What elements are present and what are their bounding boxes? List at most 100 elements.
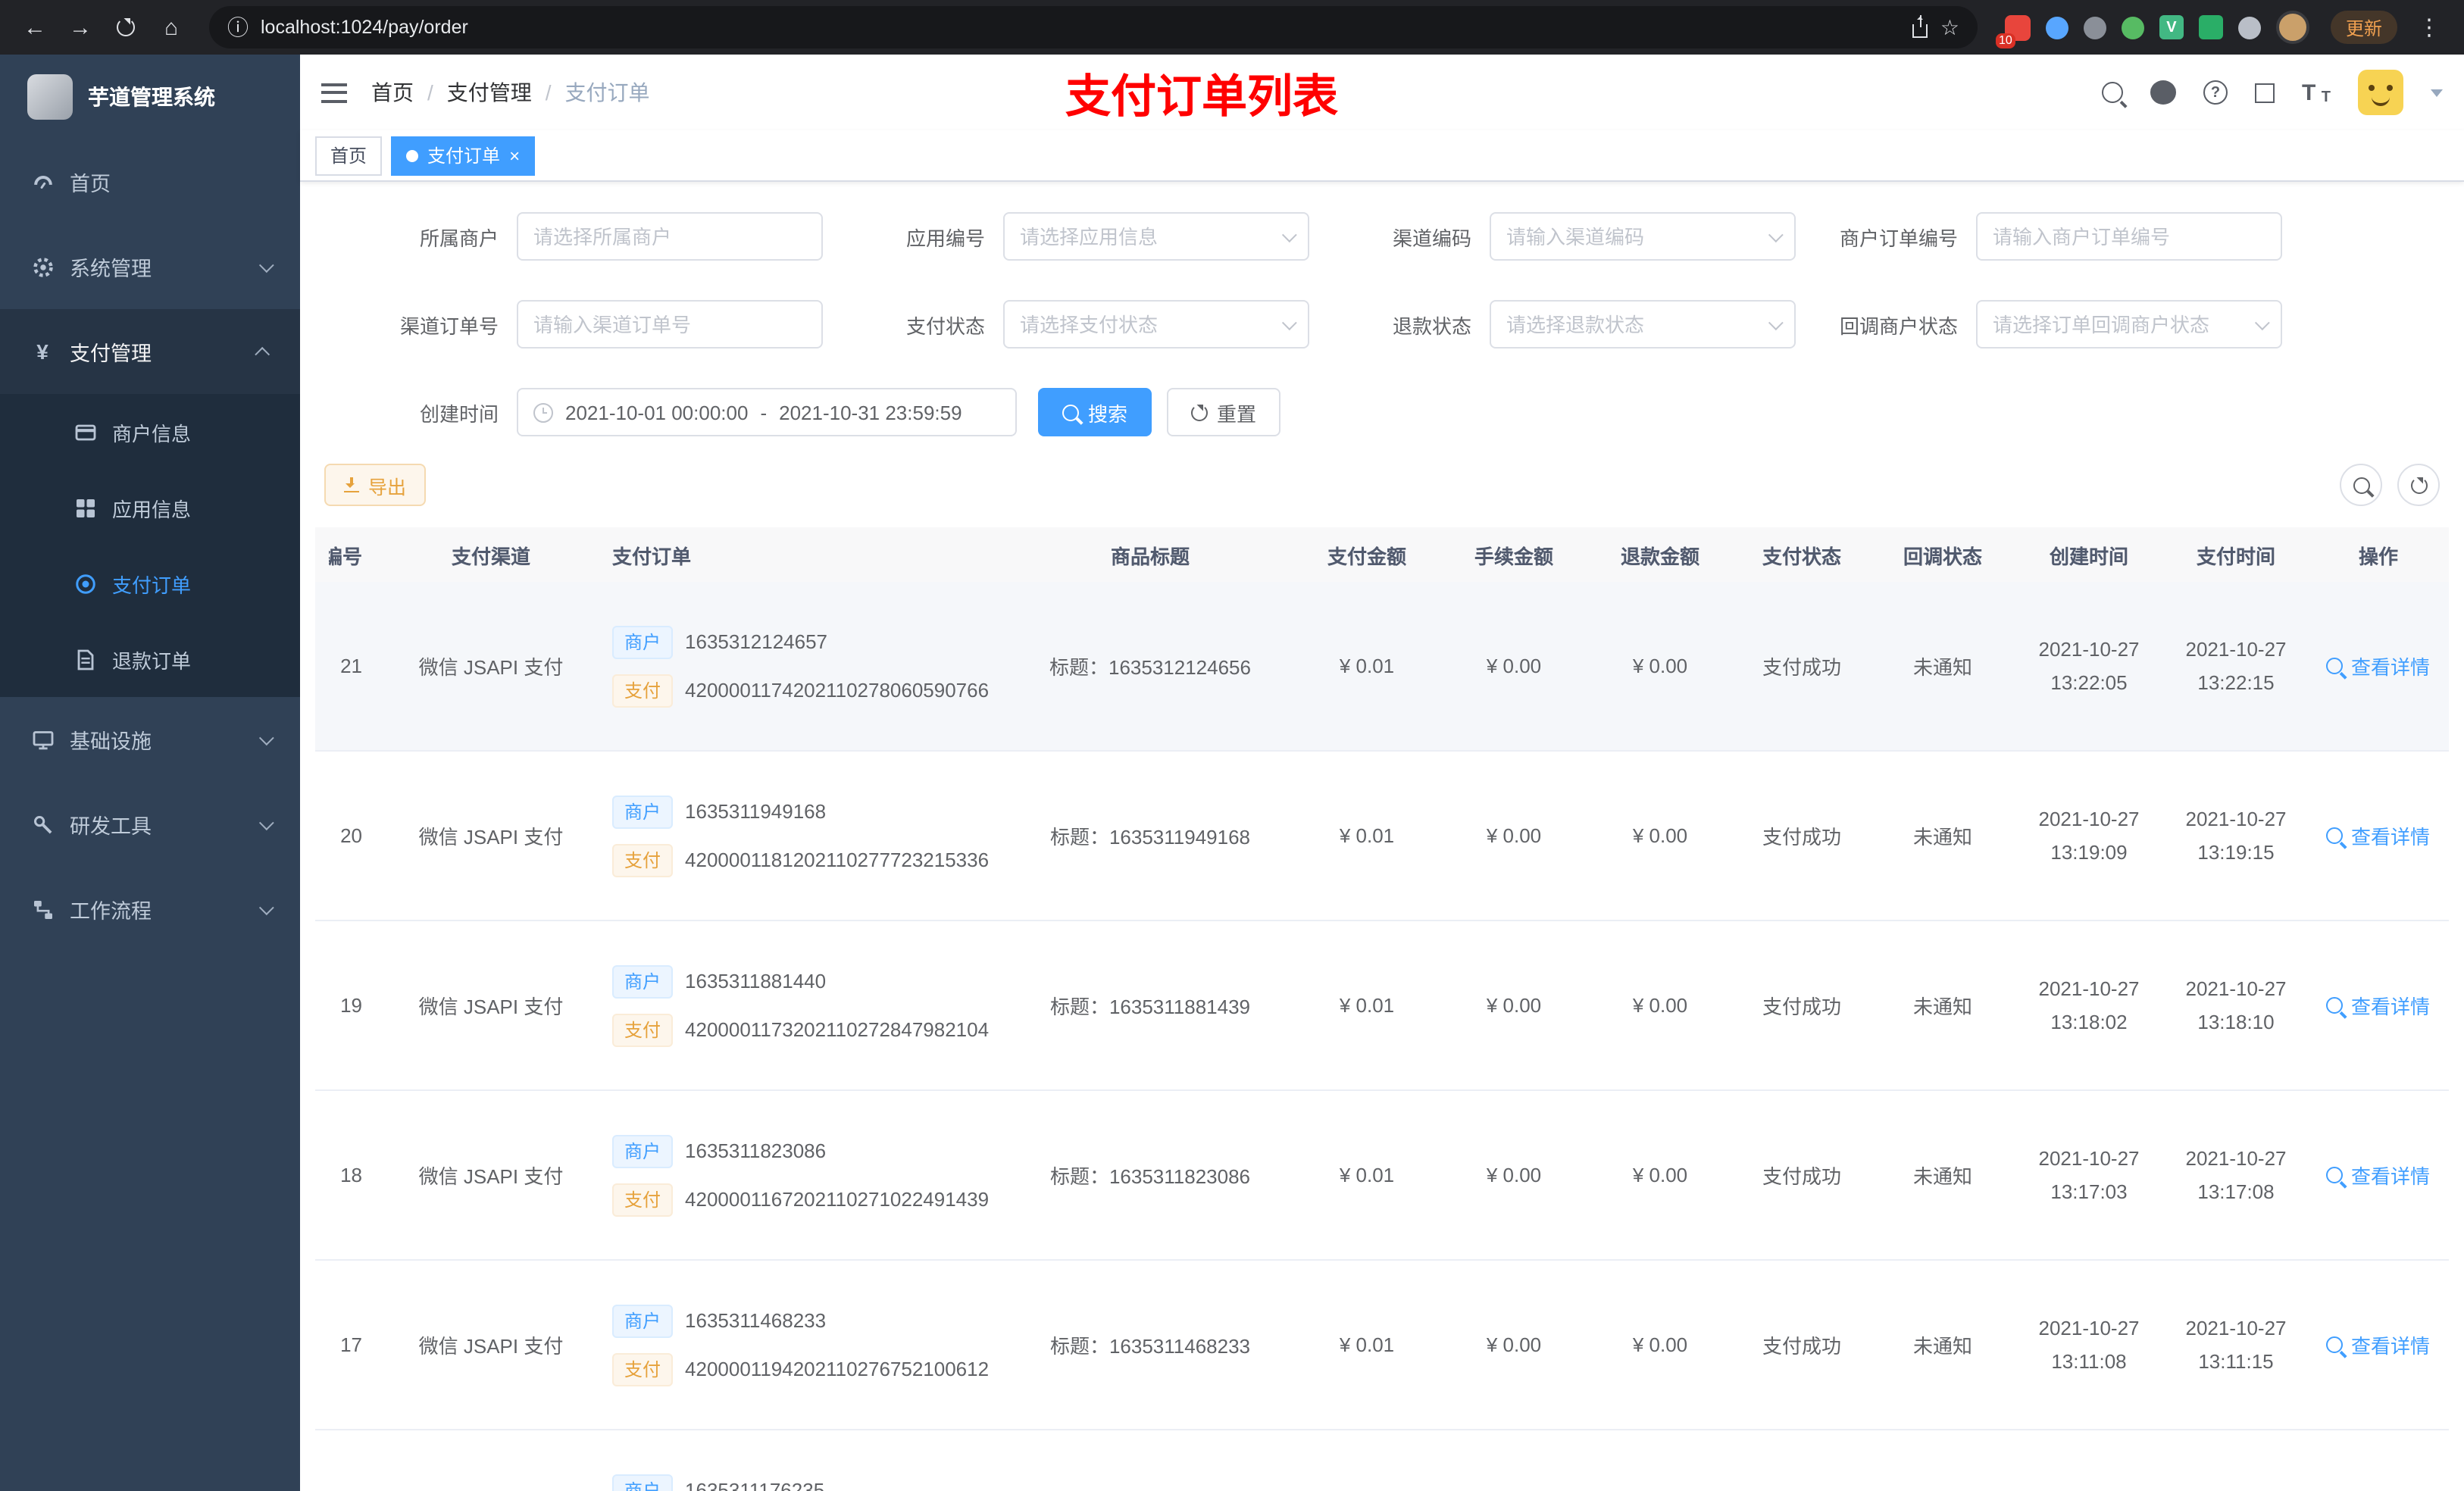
- cell-fee-amount: ¥ 0.00: [1486, 994, 1542, 1017]
- browser-profile-avatar[interactable]: [2275, 11, 2309, 44]
- address-bar[interactable]: ⓘ localhost:1024/pay/order ☆: [209, 6, 1978, 48]
- col-channel: 支付渠道: [451, 545, 530, 567]
- extension-icon-7[interactable]: [2237, 16, 2261, 39]
- chrome-update-button[interactable]: 更新: [2330, 11, 2397, 44]
- sidebar-item-payment[interactable]: 支付管理: [0, 309, 300, 394]
- channel-order-no-field[interactable]: [517, 300, 823, 349]
- refresh-table-button[interactable]: [2397, 464, 2440, 506]
- refund-status-input[interactable]: [1506, 313, 1759, 336]
- sidebar-item-system[interactable]: 系统管理: [0, 224, 300, 309]
- sidebar-item-label: 研发工具: [70, 815, 152, 838]
- merchant-order-no: 1635311949168: [685, 800, 827, 823]
- cell-actions: 查看详情: [2308, 1330, 2449, 1359]
- back-icon: ←: [23, 14, 46, 40]
- notify-status-select[interactable]: [1976, 300, 2282, 349]
- search-button[interactable]: 搜索: [1038, 388, 1152, 436]
- caret-down-icon[interactable]: [2431, 89, 2443, 96]
- table-row: 21 微信 JSAPI 支付 商户 1635312124657 支付 4200001174…: [315, 582, 2449, 752]
- merchant-input[interactable]: [533, 225, 806, 248]
- forward-button[interactable]: →: [61, 8, 100, 47]
- site-info-icon[interactable]: ⓘ: [227, 17, 249, 38]
- url-text: localhost:1024/pay/order: [261, 17, 468, 38]
- tool-icon: [30, 813, 55, 836]
- reload-button[interactable]: [106, 8, 145, 47]
- col-title: 商品标题: [1110, 545, 1190, 567]
- sidebar-item-merchant-info[interactable]: 商户信息: [0, 394, 300, 470]
- cell-actions: 查看详情: [2308, 1161, 2449, 1189]
- channel-pay-no: 4200001167202110271022491439: [685, 1188, 990, 1211]
- tab-pay-order[interactable]: 支付订单 ×: [391, 136, 536, 175]
- back-button[interactable]: ←: [15, 8, 55, 47]
- breadcrumb-home[interactable]: 首页: [371, 77, 414, 108]
- logo-avatar: [27, 74, 73, 120]
- sidebar-item-label: 支付管理: [70, 342, 152, 365]
- toggle-search-button[interactable]: [2340, 464, 2382, 506]
- font-size-icon[interactable]: [2302, 80, 2331, 105]
- reset-button[interactable]: 重置: [1167, 388, 1281, 436]
- sidebar-item-home[interactable]: 首页: [0, 139, 300, 224]
- cell-fee-amount: ¥ 0.00: [1486, 1333, 1542, 1356]
- view-detail-link[interactable]: 查看详情: [2326, 991, 2430, 1020]
- merchant-order-no-input[interactable]: [1993, 225, 2265, 248]
- cell-product-title: 标题：1635311468233: [1049, 1335, 1251, 1358]
- pay-tag: 支付: [612, 1352, 674, 1386]
- grid-icon: [73, 496, 97, 519]
- app-input[interactable]: [1020, 225, 1273, 248]
- field-label: 支付状态: [905, 314, 985, 337]
- chevron-down-icon: [258, 257, 274, 273]
- sidebar-item-refund-order[interactable]: 退款订单: [0, 621, 300, 697]
- github-icon[interactable]: [2150, 80, 2176, 105]
- vue-devtools-icon[interactable]: V: [2159, 15, 2184, 39]
- chevron-down-icon: [258, 814, 274, 830]
- export-button[interactable]: 导出: [324, 464, 427, 506]
- merchant-select[interactable]: [517, 212, 823, 261]
- sidebar-item-infra[interactable]: 基础设施: [0, 697, 300, 782]
- extension-icon-3[interactable]: [2083, 16, 2106, 39]
- cell-order-id: 20: [340, 824, 362, 847]
- extension-icon-1[interactable]: 10: [1995, 14, 2031, 48]
- tab-home[interactable]: 首页: [315, 136, 383, 175]
- card-icon: [73, 420, 97, 443]
- date-range-picker[interactable]: 2021-10-01 00:00:00 - 2021-10-31 23:59:5…: [517, 388, 1017, 436]
- fullscreen-icon[interactable]: [2255, 83, 2275, 102]
- sidebar-item-pay-order[interactable]: 支付订单: [0, 545, 300, 621]
- view-detail-link[interactable]: 查看详情: [2326, 1161, 2430, 1189]
- extension-icon-2[interactable]: [2045, 16, 2068, 39]
- channel-code-input[interactable]: [1506, 225, 1759, 248]
- merchant-order-no-field[interactable]: [1976, 212, 2282, 261]
- user-avatar[interactable]: [2358, 70, 2403, 115]
- search-icon[interactable]: [2102, 82, 2123, 103]
- question-icon[interactable]: [2203, 80, 2228, 105]
- breadcrumb-pay[interactable]: 支付管理: [447, 77, 532, 108]
- page-content: 所属商户 应用编号 渠道编码: [300, 182, 2464, 1491]
- browser-menu-button[interactable]: ⋮: [2409, 8, 2449, 47]
- extension-icon-6[interactable]: [2198, 15, 2223, 39]
- home-button[interactable]: ⌂: [152, 8, 191, 47]
- field-label: 创建时间: [419, 402, 499, 425]
- app-select[interactable]: [1003, 212, 1309, 261]
- refund-status-select[interactable]: [1490, 300, 1796, 349]
- pay-status-select[interactable]: [1003, 300, 1309, 349]
- sidebar-item-dev-tools[interactable]: 研发工具: [0, 782, 300, 867]
- share-icon[interactable]: [1912, 14, 1928, 37]
- view-detail-link[interactable]: 查看详情: [2326, 1330, 2430, 1359]
- sidebar: 芋道管理系统 首页 系统管理 支付管理: [0, 55, 300, 1491]
- cell-fee-amount: ¥ 0.00: [1486, 1164, 1542, 1186]
- channel-code-select[interactable]: [1490, 212, 1796, 261]
- col-pay-order: 支付订单: [612, 545, 692, 567]
- sidebar-item-workflow[interactable]: 工作流程: [0, 867, 300, 952]
- refresh-icon: [1191, 404, 1209, 420]
- view-detail-link[interactable]: 查看详情: [2326, 652, 2430, 680]
- channel-order-no-input[interactable]: [533, 313, 806, 336]
- bookmark-star-icon[interactable]: ☆: [1940, 17, 1959, 38]
- tab-label: 支付订单: [427, 145, 501, 167]
- view-detail-link[interactable]: 查看详情: [2326, 821, 2430, 850]
- extension-badge: 10: [1995, 33, 2015, 48]
- extension-icon-4[interactable]: [2121, 16, 2144, 39]
- hamburger-icon[interactable]: [321, 83, 347, 102]
- pay-status-input[interactable]: [1020, 313, 1273, 336]
- sidebar-item-app-info[interactable]: 应用信息: [0, 470, 300, 545]
- app-logo: 芋道管理系统: [0, 55, 300, 139]
- notify-status-input[interactable]: [1993, 313, 2246, 336]
- close-icon[interactable]: ×: [509, 145, 520, 166]
